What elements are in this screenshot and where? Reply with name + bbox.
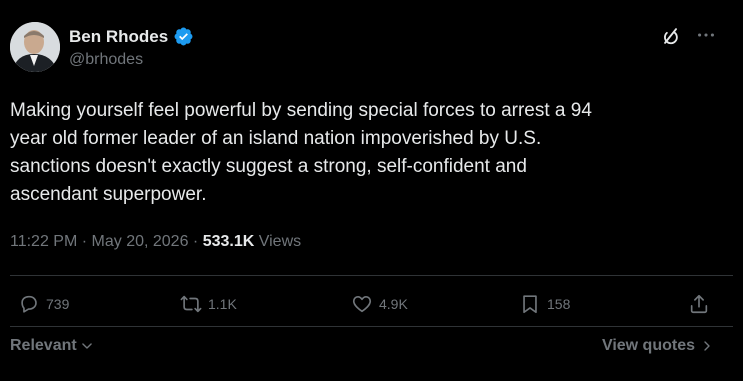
reply-icon <box>21 295 37 313</box>
more-icon[interactable] <box>695 24 717 46</box>
like-icon <box>352 296 372 313</box>
verified-badge-icon <box>174 27 193 46</box>
bookmark-icon <box>523 295 537 314</box>
author-name-row[interactable]: Ben Rhodes <box>69 26 194 47</box>
reply-count: 739 <box>46 296 70 312</box>
repost-icon <box>180 295 202 313</box>
meta-separator: · <box>77 233 92 250</box>
sort-dropdown[interactable]: Relevant <box>10 337 94 355</box>
tweet-date[interactable]: May 20, 2026 <box>92 233 189 251</box>
tweet-text: Making yourself feel powerful by sending… <box>10 100 592 205</box>
share-button[interactable] <box>688 293 710 315</box>
bookmark-count: 158 <box>547 296 571 312</box>
repost-button[interactable]: 1.1K <box>180 293 237 315</box>
chevron-down-icon <box>81 343 92 349</box>
grok-icon[interactable] <box>660 25 682 47</box>
like-button[interactable]: 4.9K <box>351 293 408 315</box>
like-count: 4.9K <box>379 296 408 312</box>
repost-count: 1.1K <box>208 296 237 312</box>
view-quotes-label: View quotes <box>601 337 695 354</box>
share-icon <box>690 294 708 314</box>
author-handle[interactable]: @brhodes <box>69 51 143 69</box>
meta-separator-2: · <box>188 233 203 250</box>
chevron-right-icon <box>704 341 710 351</box>
views-count: 533.1K <box>202 233 255 250</box>
avatar[interactable] <box>10 22 60 72</box>
divider-top <box>10 275 733 276</box>
views-label: Views <box>254 233 302 250</box>
author-name[interactable]: Ben Rhodes <box>69 27 168 47</box>
reply-button[interactable]: 739 <box>18 293 69 315</box>
view-quotes-link[interactable]: View quotes <box>602 337 713 355</box>
bookmark-button[interactable]: 158 <box>519 293 570 315</box>
tweet-time[interactable]: 11:22 PM <box>10 233 77 251</box>
avatar-image <box>10 22 60 72</box>
tweet-meta: 11:22 PM · May 20, 2026 · 533.1K Views <box>10 233 301 251</box>
divider-bottom <box>10 326 733 327</box>
sort-label: Relevant <box>10 337 77 354</box>
